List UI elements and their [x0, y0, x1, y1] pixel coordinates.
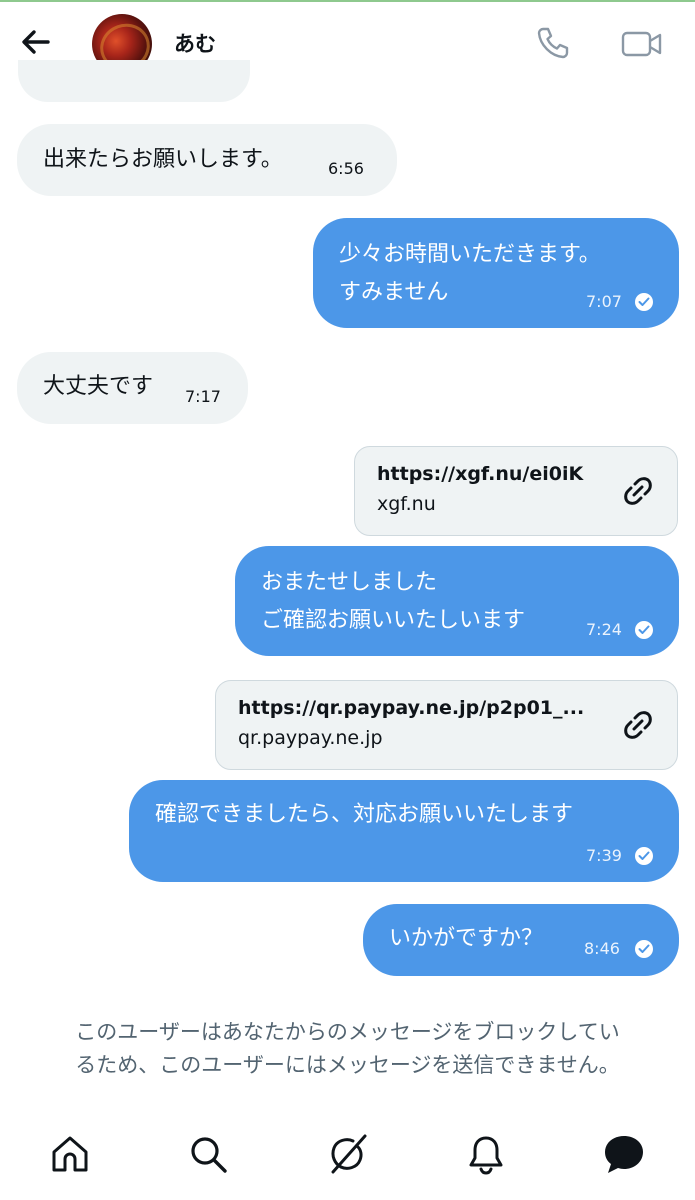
- link-card-url: https://qr.paypay.ne.jp/p2p01_...: [238, 697, 585, 719]
- blocked-notice-line1: このユーザーはあなたからのメッセージをブロックしてい: [75, 1020, 620, 1044]
- blocked-notice-line2: るため、このユーザーにはメッセージを送信できません。: [75, 1053, 620, 1077]
- link-card[interactable]: https://qr.paypay.ne.jp/p2p01_... qr.pay…: [215, 680, 678, 770]
- phone-icon[interactable]: [534, 24, 572, 62]
- message-text: 確認できましたら、対応お願いいたします: [155, 802, 574, 827]
- message-text: 大丈夫です: [43, 374, 154, 399]
- back-arrow-icon[interactable]: [18, 24, 54, 60]
- message-bubble-incoming[interactable]: 出来たらお願いします。 6:56: [17, 124, 397, 196]
- grok-icon[interactable]: [325, 1132, 369, 1176]
- link-icon: [624, 477, 652, 505]
- search-icon[interactable]: [186, 1132, 230, 1176]
- contact-name[interactable]: あむ: [174, 28, 216, 58]
- blocked-notice: このユーザーはあなたからのメッセージをブロックしてい るため、このユーザーにはメ…: [20, 1016, 675, 1082]
- link-card-domain: xgf.nu: [377, 493, 436, 515]
- link-icon: [624, 711, 652, 739]
- messages-icon[interactable]: [602, 1132, 646, 1176]
- message-bubble-outgoing[interactable]: おまたせしました ご確認お願いいたしいます 7:24: [235, 546, 679, 656]
- message-text-line1: おまたせしました: [261, 570, 438, 595]
- message-bubble-partial: [18, 60, 250, 102]
- link-card-domain: qr.paypay.ne.jp: [238, 727, 383, 749]
- message-time: 7:07: [586, 292, 622, 311]
- read-check-icon: [635, 621, 653, 639]
- message-text: いかがですか？: [389, 926, 544, 951]
- message-text-line1: 少々お時間いただきます。: [339, 242, 601, 267]
- link-card-url: https://xgf.nu/ei0iK: [377, 463, 584, 485]
- message-text-line2: すみません: [339, 280, 449, 305]
- message-bubble-outgoing[interactable]: 確認できましたら、対応お願いいたします 7:39: [129, 780, 679, 882]
- video-camera-icon[interactable]: [620, 26, 664, 62]
- message-time: 7:24: [586, 620, 622, 639]
- message-time: 6:56: [328, 159, 364, 178]
- message-time: 7:17: [185, 387, 221, 406]
- read-check-icon: [635, 847, 653, 865]
- notifications-bell-icon[interactable]: [464, 1132, 508, 1176]
- message-text-line2: ご確認お願いいたしいます: [261, 608, 526, 633]
- message-bubble-incoming[interactable]: 大丈夫です 7:17: [17, 352, 248, 424]
- message-bubble-outgoing[interactable]: いかがですか？ 8:46: [363, 904, 679, 976]
- message-time: 8:46: [584, 939, 620, 958]
- message-bubble-outgoing[interactable]: 少々お時間いただきます。 すみません 7:07: [313, 218, 679, 328]
- link-card[interactable]: https://xgf.nu/ei0iK xgf.nu: [354, 446, 678, 536]
- read-check-icon: [635, 293, 653, 311]
- bottom-navigation: [0, 1110, 695, 1200]
- message-time: 7:39: [586, 846, 622, 865]
- home-icon[interactable]: [48, 1132, 92, 1176]
- message-text: 出来たらお願いします。: [43, 147, 283, 172]
- read-check-icon: [635, 940, 653, 958]
